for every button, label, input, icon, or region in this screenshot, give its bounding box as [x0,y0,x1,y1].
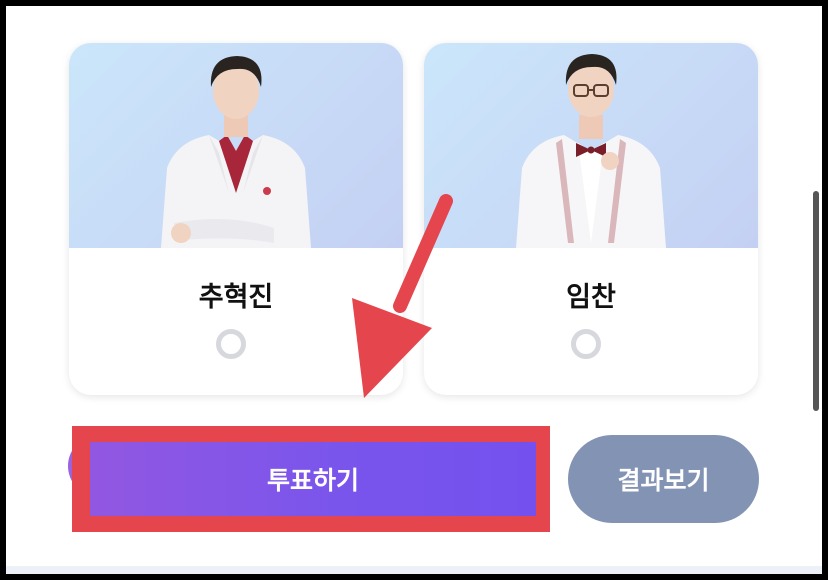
candidate-name: 임찬 [566,282,616,313]
candidate-radio[interactable] [571,329,601,359]
results-button[interactable]: 결과보기 [568,435,759,523]
vote-button[interactable]: 투표하기 [90,442,536,516]
scrollbar[interactable] [813,191,819,411]
candidate-card-1[interactable]: 추혁진 [69,43,403,395]
bottom-divider [6,566,822,574]
candidate-photo [424,43,758,248]
candidate-radio[interactable] [216,329,246,359]
candidate-name: 추혁진 [198,282,274,313]
vote-panel: 추혁진 임찬 투표하기 결과보기 [6,6,822,574]
person-photo-icon [161,56,311,248]
person-photo-icon [516,54,666,248]
candidate-photo [69,43,403,248]
candidate-card-2[interactable]: 임찬 [424,43,758,395]
